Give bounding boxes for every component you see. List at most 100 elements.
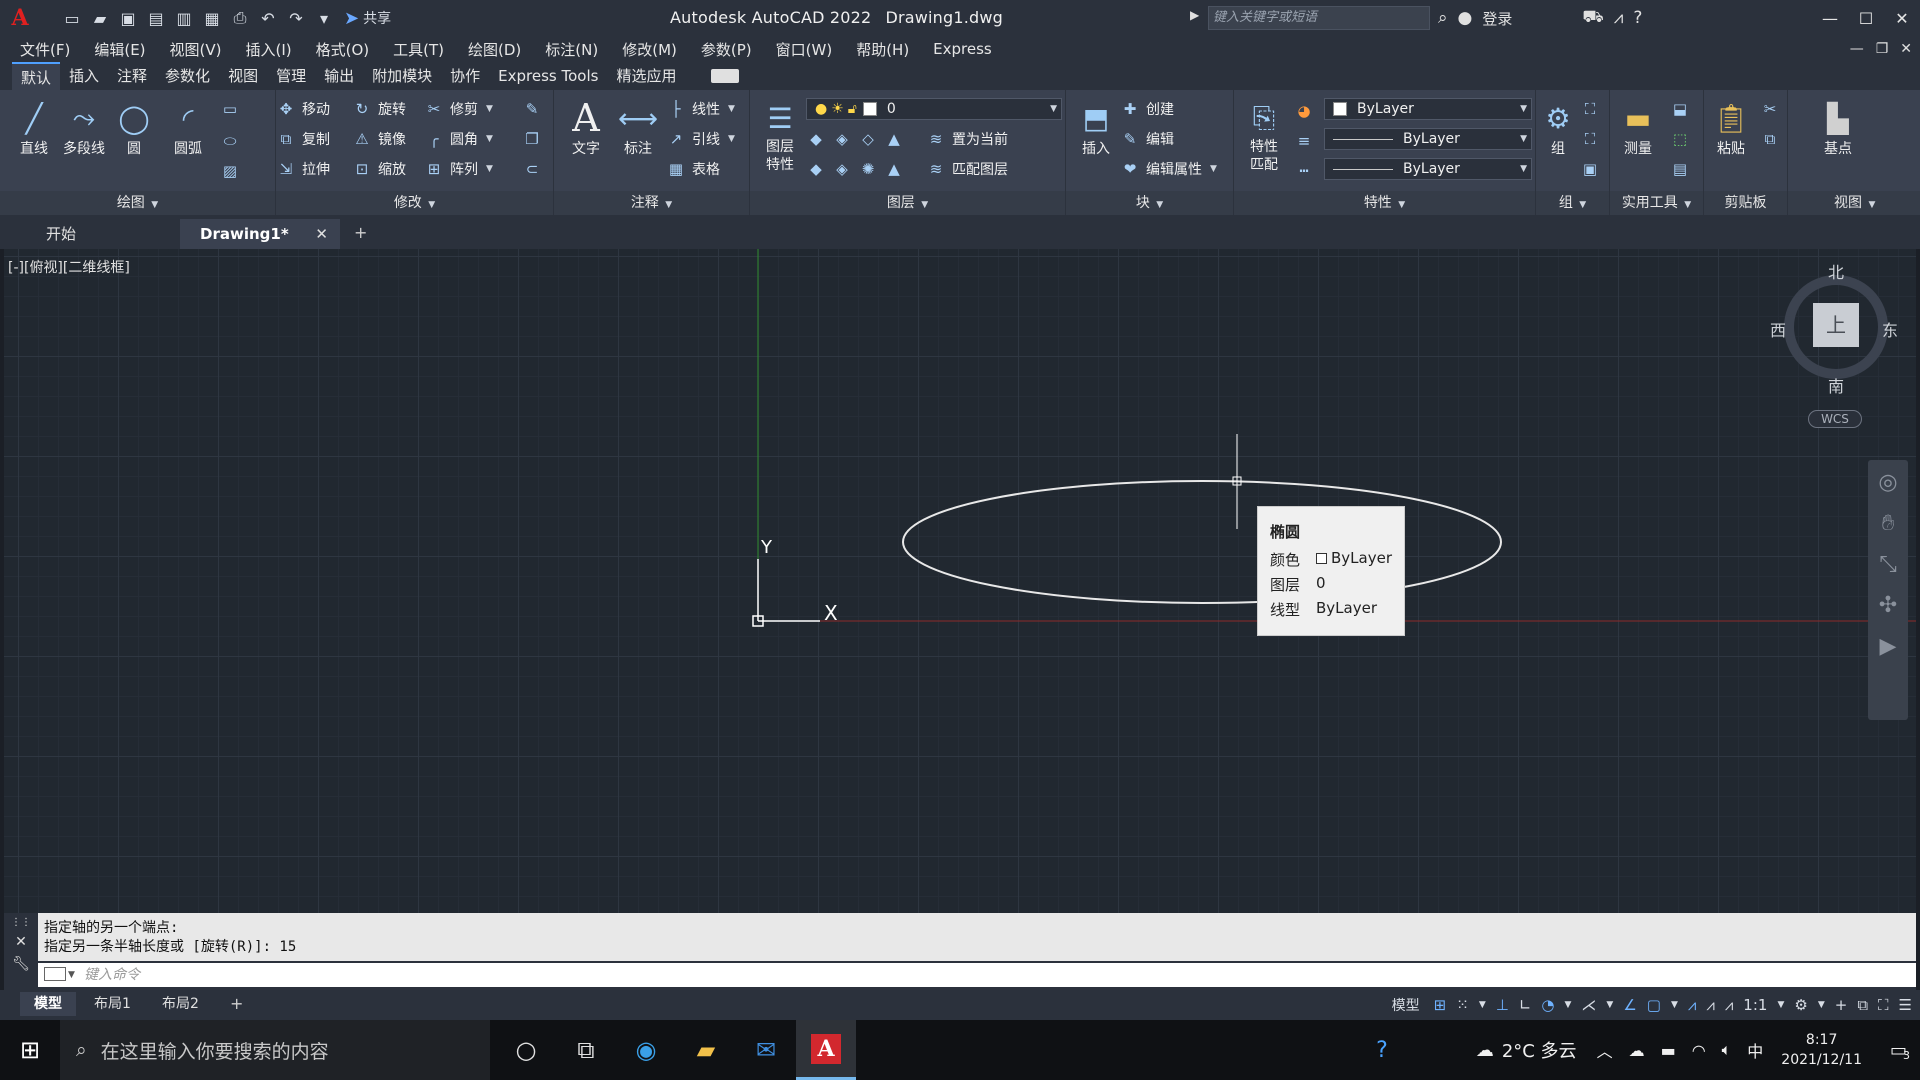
linear-dim-button[interactable]: ├ 线性 ▼: [666, 98, 734, 120]
model-space-toggle[interactable]: 模型: [1392, 995, 1420, 1015]
layer-lock-tool-icon[interactable]: ▲: [884, 130, 904, 148]
tab-parametric[interactable]: 参数化: [156, 62, 219, 90]
hatch-tool[interactable]: ▨: [220, 160, 240, 182]
scale-dropdown-icon[interactable]: ▼: [1777, 1000, 1784, 1010]
command-recent-icon[interactable]: [44, 967, 66, 981]
autodesk-a360-icon[interactable]: ⩘: [1614, 8, 1624, 28]
command-grip-icon[interactable]: ⋮⋮: [11, 917, 31, 928]
properties-group-title[interactable]: 特性 ▼: [1234, 191, 1535, 215]
layout-tab-2[interactable]: 布局2: [148, 992, 213, 1016]
add-layout-icon[interactable]: +: [230, 994, 243, 1013]
offset-button[interactable]: ⊂: [522, 158, 542, 180]
autocad-taskbar-icon[interactable]: A: [796, 1020, 856, 1080]
menu-tools[interactable]: 工具(T): [393, 39, 444, 60]
polar-tracking-icon[interactable]: ◔: [1541, 996, 1554, 1014]
pan-hand-icon[interactable]: ✋︎: [1882, 511, 1895, 536]
tab-annotate[interactable]: 注释: [108, 62, 156, 90]
viewcube-top-face[interactable]: 上: [1813, 303, 1859, 347]
auto-scale-icon[interactable]: ⩘: [1706, 996, 1714, 1014]
group-select-button[interactable]: ▣: [1580, 158, 1600, 180]
help-icon[interactable]: ?: [1633, 8, 1642, 28]
orbit-icon[interactable]: ✣: [1879, 593, 1897, 618]
zoom-icon[interactable]: ⤡: [1879, 552, 1897, 577]
customize-qat-icon[interactable]: ▾: [312, 6, 336, 30]
linetype-icon[interactable]: ┅: [1294, 160, 1314, 182]
object-snap-tracking-icon[interactable]: ∠: [1623, 996, 1636, 1014]
redo-icon[interactable]: ↷: [284, 6, 308, 30]
save-icon[interactable]: ▣: [116, 6, 140, 30]
match-properties-button[interactable]: ⎘ 特性 匹配: [1236, 98, 1292, 174]
layout-tab-1[interactable]: 布局1: [80, 992, 145, 1016]
move-button[interactable]: ✥ 移动: [276, 98, 330, 120]
ribbon-minimize-toggle[interactable]: [711, 69, 740, 83]
mail-icon[interactable]: ✉: [736, 1020, 796, 1080]
lineweight-dropdown[interactable]: ByLayer ▼: [1324, 128, 1532, 150]
weather-text[interactable]: 2°C 多云: [1502, 1037, 1577, 1063]
weather-cloud-icon[interactable]: ☁: [1476, 1040, 1494, 1061]
new-file-icon[interactable]: ▭: [60, 6, 84, 30]
doc-restore-icon[interactable]: ❐: [1876, 41, 1889, 57]
trim-button[interactable]: ✂ 修剪 ▼: [424, 98, 493, 120]
menu-draw[interactable]: 绘图(D): [468, 39, 521, 60]
groups-group-title[interactable]: 组 ▼: [1536, 191, 1609, 215]
layer-freeze-icon[interactable]: ◇: [858, 130, 878, 148]
polar-dropdown-icon[interactable]: ▼: [1564, 1000, 1571, 1010]
tab-addins[interactable]: 附加模块: [363, 62, 441, 90]
clean-screen-icon[interactable]: ⛶: [1878, 996, 1889, 1014]
task-view-icon[interactable]: ⧉: [556, 1020, 616, 1080]
dimension-button[interactable]: ⟷ 标注: [610, 98, 666, 158]
search-expand-icon[interactable]: ▶: [1190, 8, 1199, 22]
drawing-canvas[interactable]: [-][俯视][二维线框] Y X: [4, 249, 1916, 913]
command-input[interactable]: ▼ 键入命令: [38, 963, 1916, 987]
cortana-icon[interactable]: ○: [496, 1020, 556, 1080]
erase-button[interactable]: ✎: [522, 98, 542, 120]
base-view-button[interactable]: ▙ 基点: [1808, 98, 1868, 158]
login-button[interactable]: 登录: [1482, 8, 1512, 29]
create-block-button[interactable]: ✚ 创建: [1120, 98, 1174, 120]
copy-clip-button[interactable]: ⧉: [1760, 128, 1780, 150]
annotation-scale-icon[interactable]: ⩘: [1725, 996, 1733, 1014]
layer-unlock-icon[interactable]: ▲: [884, 160, 904, 178]
layout-tab-model[interactable]: 模型: [20, 992, 76, 1016]
tab-collaborate[interactable]: 协作: [441, 62, 489, 90]
tab-manage[interactable]: 管理: [267, 62, 315, 90]
annotation-group-title[interactable]: 注释 ▼: [554, 191, 749, 215]
snap-icon[interactable]: ⁙: [1456, 996, 1469, 1014]
share-button[interactable]: ➤ 共享: [344, 8, 391, 29]
modify-group-title[interactable]: 修改 ▼: [276, 191, 553, 215]
osnap-dropdown-icon[interactable]: ▼: [1671, 1000, 1678, 1010]
lineweight-icon[interactable]: ≡: [1294, 130, 1314, 152]
menu-view[interactable]: 视图(V): [170, 39, 222, 60]
doc-close-icon[interactable]: ✕: [1900, 41, 1912, 57]
layer-isolate-icon[interactable]: ◆: [806, 130, 826, 148]
stretch-button[interactable]: ⇲ 拉伸: [276, 158, 330, 180]
volume-icon[interactable]: 🔈︎: [1722, 1040, 1732, 1060]
tab-featured-apps[interactable]: 精选应用: [607, 62, 685, 90]
menu-modify[interactable]: 修改(M): [622, 39, 677, 60]
select-all-button[interactable]: ⬚: [1670, 128, 1690, 150]
insert-block-button[interactable]: ⬒ 插入: [1068, 98, 1124, 158]
print-icon[interactable]: ⎙: [228, 6, 252, 30]
web-save-icon[interactable]: ▥: [172, 6, 196, 30]
calculator-button[interactable]: ▤: [1670, 158, 1690, 180]
circle-button[interactable]: ◯ 圆: [106, 98, 162, 158]
maximize-icon[interactable]: ☐: [1848, 0, 1884, 36]
rotate-button[interactable]: ↻ 旋转: [352, 98, 406, 120]
ortho-icon[interactable]: ∟: [1519, 996, 1532, 1014]
line-button[interactable]: ╱ 直线: [6, 98, 62, 158]
menu-window[interactable]: 窗口(W): [776, 39, 833, 60]
text-button[interactable]: A 文字: [558, 96, 614, 158]
file-explorer-icon[interactable]: ▰: [676, 1020, 736, 1080]
draw-group-title[interactable]: 绘图 ▼: [0, 191, 275, 215]
viewcube-west[interactable]: 西: [1770, 317, 1786, 341]
polyline-button[interactable]: ⤳ 多段线: [56, 98, 112, 158]
viewcube-north[interactable]: 北: [1828, 259, 1844, 283]
measure-button[interactable]: ▬ 测量: [1612, 98, 1664, 158]
close-tab-icon[interactable]: ✕: [315, 219, 328, 249]
tray-expand-icon[interactable]: ︿: [1597, 1038, 1613, 1062]
clipboard-group-title[interactable]: 剪贴板: [1704, 191, 1787, 215]
object-snap-icon[interactable]: ▢: [1647, 996, 1661, 1014]
workspace-gear-icon[interactable]: ⚙: [1794, 996, 1807, 1014]
viewcube[interactable]: 上 北 南 东 西: [1770, 263, 1898, 396]
showmotion-icon[interactable]: ▶: [1880, 634, 1897, 659]
